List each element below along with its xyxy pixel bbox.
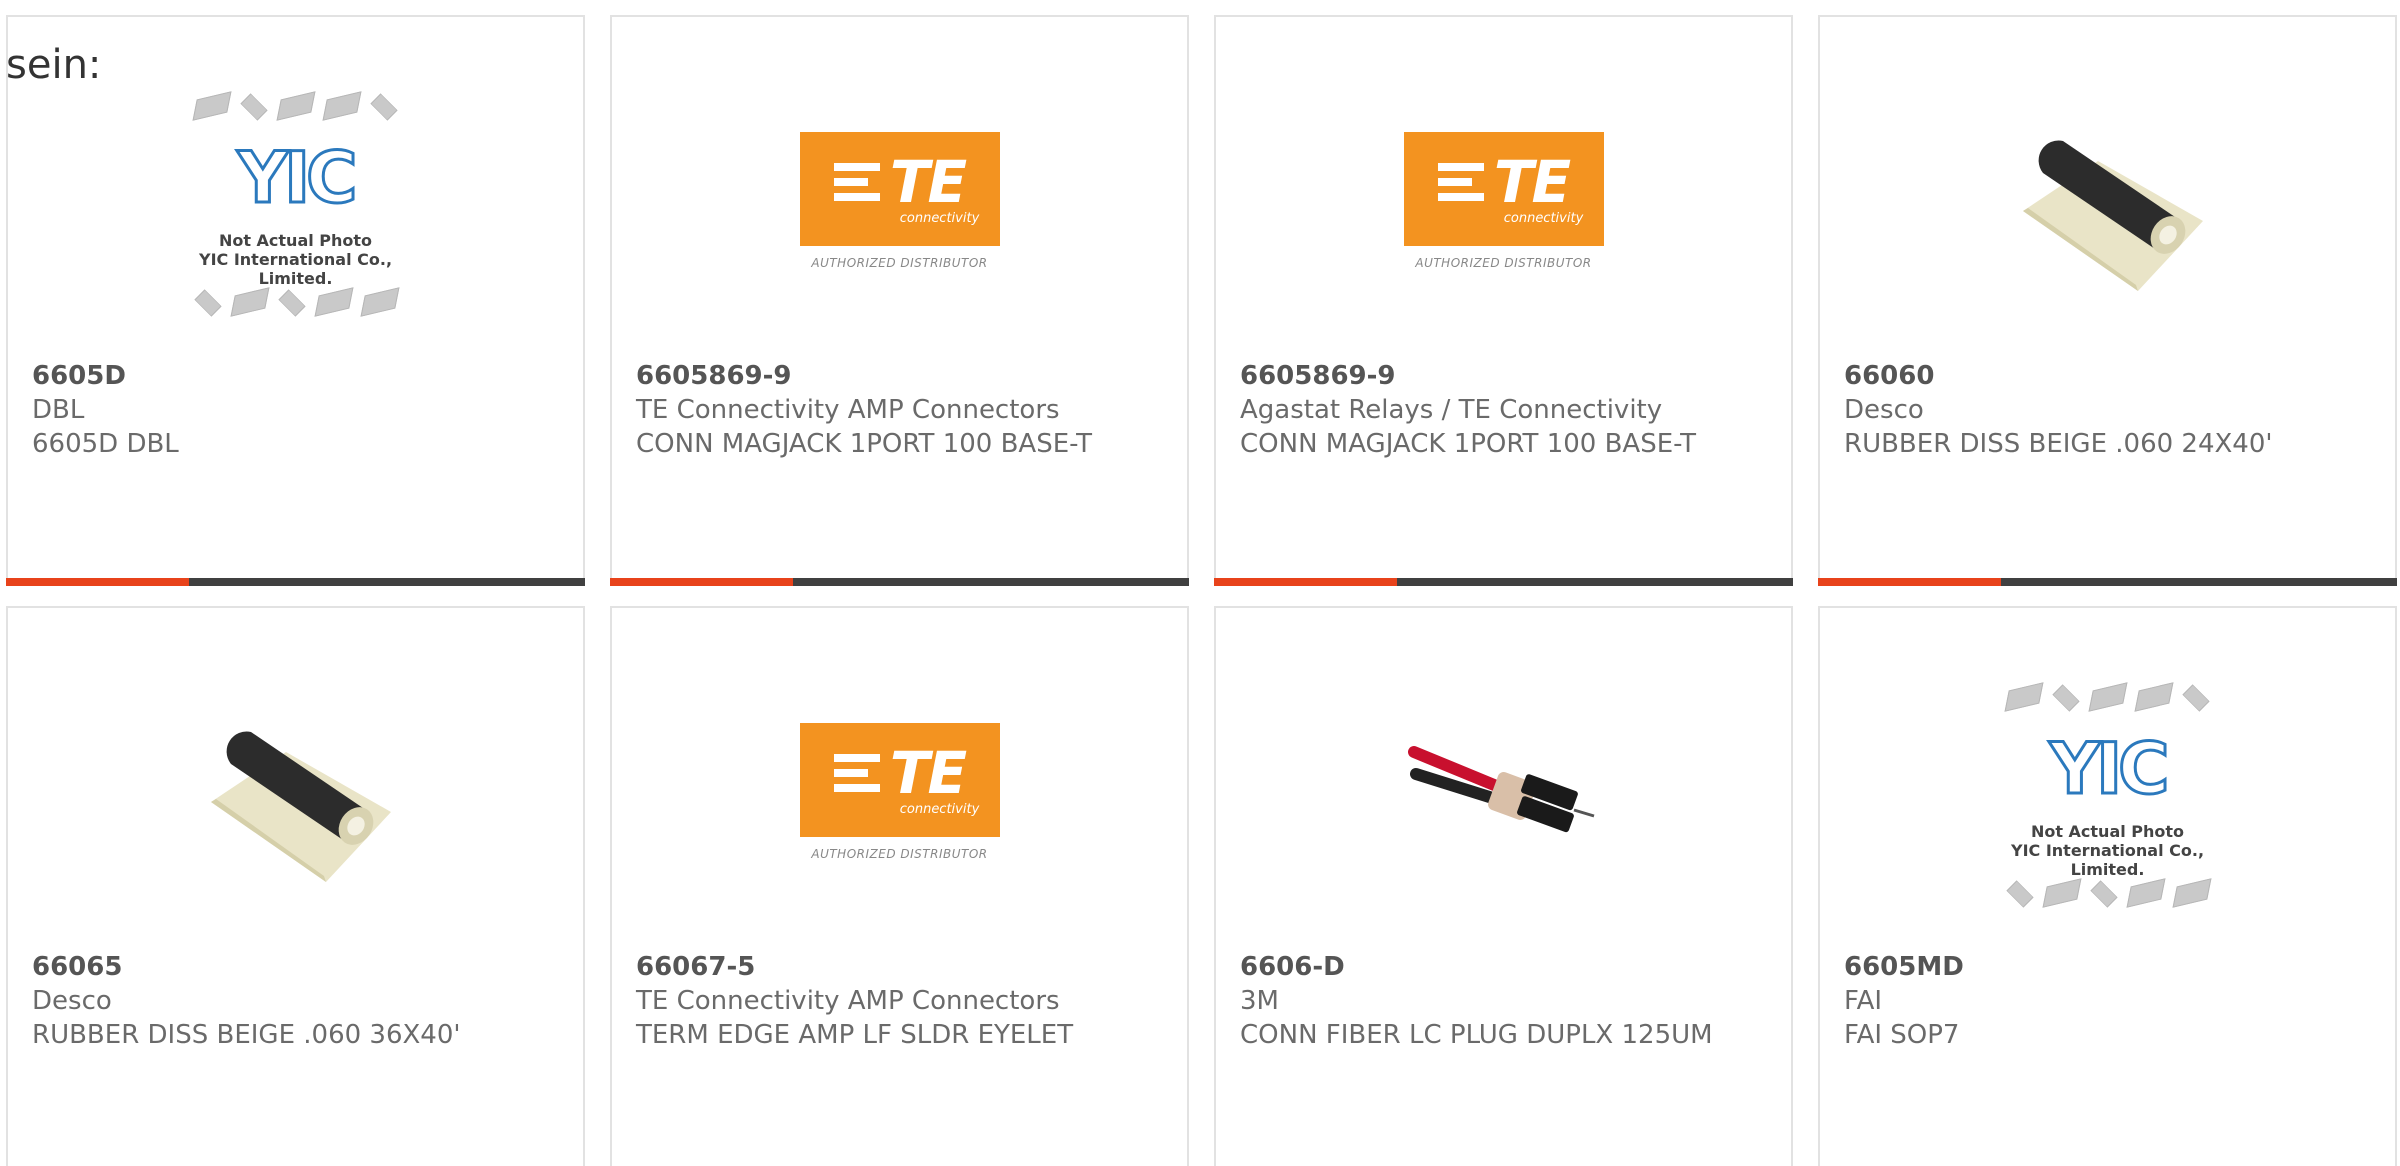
product-card[interactable]: YIC Not Actual Photo YIC International C… [1818,606,2397,1166]
product-card[interactable]: TE connectivity AUTHORIZED DISTRIBUTOR 6… [1214,15,1793,586]
te-distributor: AUTHORIZED DISTRIBUTOR [1415,256,1592,270]
part-number[interactable]: 66065 [32,950,559,984]
te-logo: TE connectivity AUTHORIZED DISTRIBUTOR [1403,132,1604,270]
product-image[interactable]: YIC Not Actual Photo YIC International C… [176,81,416,321]
part-number[interactable]: 6605MD [1844,950,2371,984]
description: CONN MAGJACK 1PORT 100 BASE-T [636,429,1093,459]
card-accent-bar [610,578,1189,586]
description: CONN MAGJACK 1PORT 100 BASE-T [1240,429,1697,459]
te-brand: TE [1493,147,1571,216]
part-number[interactable]: 6605869-9 [636,359,1163,393]
manufacturer: 3M [1240,986,1279,1016]
placeholder-image: YIC Not Actual Photo YIC International C… [176,81,416,321]
manufacturer: TE Connectivity AMP Connectors [636,395,1060,425]
placeholder-caption-line1: Not Actual Photo [2030,822,2185,841]
product-card[interactable]: 66065 Desco RUBBER DISS BEIGE .060 36X40' [6,606,585,1166]
product-card[interactable]: TE connectivity AUTHORIZED DISTRIBUTOR 6… [610,15,1189,586]
card-accent-bar [6,578,585,586]
card-accent-bar [1214,578,1793,586]
yic-logo: YIC [236,137,359,219]
manufacturer: Agastat Relays / TE Connectivity [1240,395,1663,425]
description: FAI SOP7 [1844,1020,1960,1050]
manufacturer: Desco [1844,395,1924,425]
product-card[interactable]: YIC Not Actual Photo YIC International C… [6,15,585,586]
product-image[interactable] [176,672,416,912]
product-image[interactable]: YIC Not Actual Photo YIC International C… [1988,672,2228,912]
product-card[interactable]: 6606-D 3M CONN FIBER LC PLUG DUPLX 125UM [1214,606,1793,1166]
stray-text: sein: [6,42,102,88]
yic-logo: YIC [2048,728,2171,810]
manufacturer: Desco [32,986,112,1016]
manufacturer: TE Connectivity AMP Connectors [636,986,1060,1016]
te-logo: TE connectivity AUTHORIZED DISTRIBUTOR [799,723,1000,861]
description: RUBBER DISS BEIGE .060 24X40' [1844,429,2273,459]
te-distributor: AUTHORIZED DISTRIBUTOR [811,847,988,861]
rubber-mat-roll-image [2022,140,2203,291]
te-brand: TE [889,738,967,807]
description: 6605D DBL [32,429,179,459]
fiber-lc-connector-image [1407,746,1594,833]
product-image[interactable]: TE connectivity AUTHORIZED DISTRIBUTOR [780,81,1020,321]
product-card[interactable]: 66060 Desco RUBBER DISS BEIGE .060 24X40' [1818,15,2397,586]
manufacturer: DBL [32,395,85,425]
part-number[interactable]: 6605869-9 [1240,359,1767,393]
product-image[interactable] [1384,672,1624,912]
description: RUBBER DISS BEIGE .060 36X40' [32,1020,461,1050]
description: CONN FIBER LC PLUG DUPLX 125UM [1240,1020,1713,1050]
product-image[interactable]: TE connectivity AUTHORIZED DISTRIBUTOR [780,672,1020,912]
placeholder-caption-line2: YIC International Co., Limited. [198,250,393,288]
description: TERM EDGE AMP LF SLDR EYELET [636,1020,1074,1050]
part-number[interactable]: 6605D [32,359,559,393]
part-number[interactable]: 66067-5 [636,950,1163,984]
te-brand: TE [889,147,967,216]
product-card[interactable]: TE connectivity AUTHORIZED DISTRIBUTOR 6… [610,606,1189,1166]
manufacturer: FAI [1844,986,1883,1016]
product-image[interactable] [1988,81,2228,321]
product-image[interactable]: TE connectivity AUTHORIZED DISTRIBUTOR [1384,81,1624,321]
placeholder-caption-line2: YIC International Co., Limited. [2010,841,2205,879]
te-sub: connectivity [899,801,980,817]
placeholder-image: YIC Not Actual Photo YIC International C… [1988,672,2228,912]
rubber-mat-roll-image [210,731,391,882]
te-distributor: AUTHORIZED DISTRIBUTOR [811,256,988,270]
te-sub: connectivity [1503,210,1584,226]
part-number[interactable]: 66060 [1844,359,2371,393]
te-logo: TE connectivity AUTHORIZED DISTRIBUTOR [799,132,1000,270]
card-accent-bar [1818,578,2397,586]
te-sub: connectivity [899,210,980,226]
placeholder-caption-line1: Not Actual Photo [218,231,373,250]
part-number[interactable]: 6606-D [1240,950,1767,984]
